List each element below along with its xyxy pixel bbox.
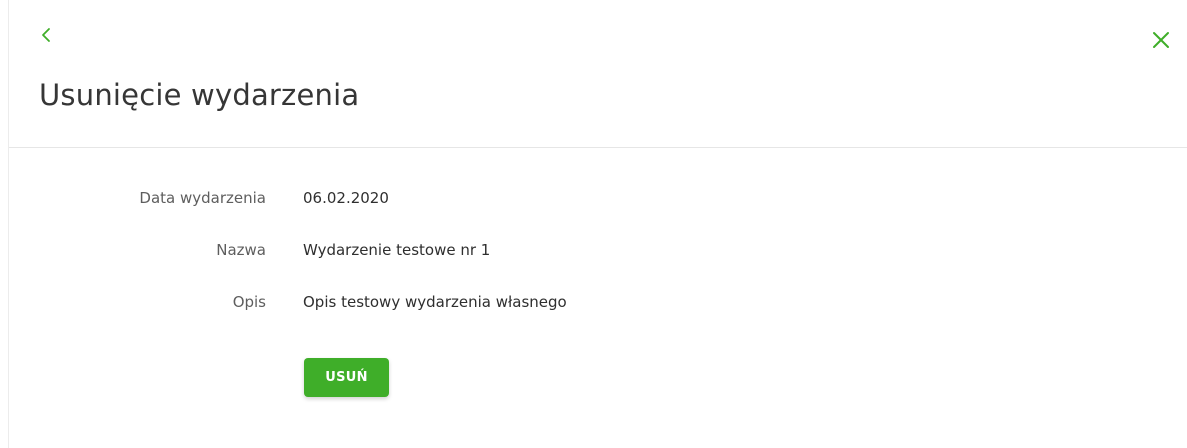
event-date-value: 06.02.2020 — [303, 189, 389, 207]
detail-row-description: Opis Opis testowy wydarzenia własnego — [9, 290, 1187, 314]
back-button[interactable] — [39, 26, 55, 44]
event-description-value: Opis testowy wydarzenia własnego — [303, 293, 567, 311]
delete-button[interactable]: USUŃ — [304, 358, 389, 397]
event-name-label: Nazwa — [216, 241, 266, 259]
close-icon — [1153, 32, 1169, 48]
event-name-value: Wydarzenie testowe nr 1 — [303, 241, 491, 259]
event-description-label: Opis — [232, 293, 266, 311]
close-button[interactable] — [1151, 30, 1171, 50]
chevron-left-icon — [42, 28, 50, 42]
event-date-label: Data wydarzenia — [139, 189, 266, 207]
detail-row-date: Data wydarzenia 06.02.2020 — [9, 186, 1187, 210]
detail-row-name: Nazwa Wydarzenie testowe nr 1 — [9, 238, 1187, 262]
header-divider — [9, 147, 1187, 148]
page-title: Usunięcie wydarzenia — [39, 78, 360, 112]
event-delete-panel: Usunięcie wydarzenia Data wydarzenia 06.… — [8, 0, 1187, 448]
